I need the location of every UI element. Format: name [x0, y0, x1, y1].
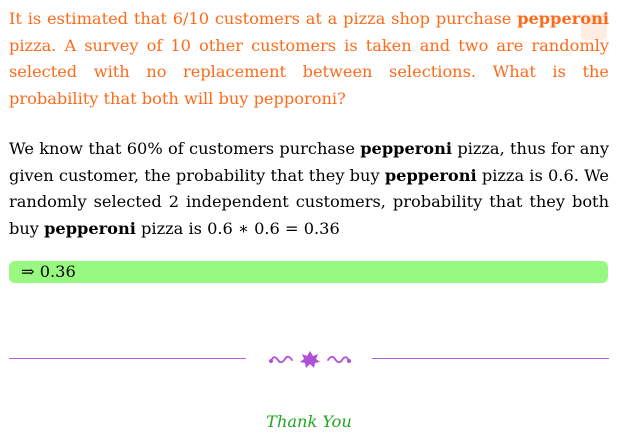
explanation-bold-2: pepperoni [384, 165, 477, 185]
ornament-divider [9, 350, 609, 368]
explanation-bold-1: pepperoni [360, 139, 453, 158]
question-part-1: It is estimated that 6/10 customers at a… [9, 9, 518, 28]
implies-arrow-icon: ⇒ [21, 262, 35, 281]
explanation-part-1: We know that 60% of customers purchase [9, 139, 361, 158]
explanation-text: We know that 60% of customers purchase p… [9, 136, 609, 242]
explanation-part-4: pizza is 0.6 ∗ 0.6 = 0.36 [135, 218, 340, 238]
divider-line-right [372, 358, 609, 359]
thank-you-text: Thank You [266, 412, 352, 431]
explanation-bold-3: pepperoni [44, 218, 136, 238]
question-text: It is estimated that 6/10 customers at a… [9, 6, 609, 112]
document-page: It is estimated that 6/10 customers at a… [9, 6, 609, 431]
question-part-2: pizza. A survey of 10 other customers is… [9, 35, 609, 108]
flourish-ornament-icon [269, 351, 351, 368]
watermark-logo-icon [581, 14, 607, 40]
answer-box: ⇒ 0.36 [9, 261, 608, 283]
divider-line-left [9, 358, 246, 359]
answer-value: 0.36 [39, 262, 76, 281]
